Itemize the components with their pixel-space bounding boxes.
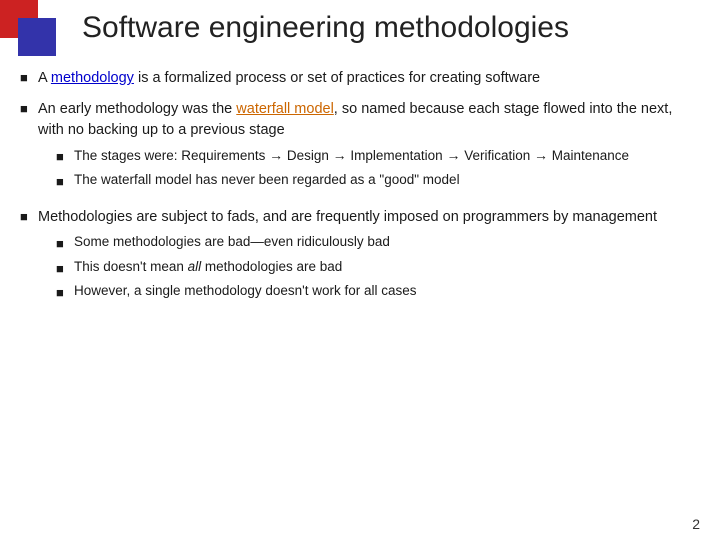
sub-bullet-text-2-1: The stages were: Requirements → Design →…	[74, 146, 700, 166]
bullet-item-1: ■ A methodology is a formalized process …	[20, 68, 700, 89]
sub-bullet-dot-3-2: ■	[56, 260, 74, 279]
sub-bullets-3: ■ Some methodologies are bad—even ridicu…	[56, 233, 700, 304]
sub-bullet-2-2: ■ The waterfall model has never been reg…	[56, 171, 700, 192]
methodology-link: methodology	[51, 70, 134, 86]
bullet-text-3: Methodologies are subject to fads, and a…	[38, 207, 700, 309]
blue-square	[18, 18, 56, 56]
sub-bullet-3-2: ■ This doesn't mean all methodologies ar…	[56, 258, 700, 279]
sub-bullet-3-1: ■ Some methodologies are bad—even ridicu…	[56, 233, 700, 254]
sub-bullet-text-3-3: However, a single methodology doesn't wo…	[74, 282, 700, 301]
italic-all: all	[188, 259, 202, 274]
bullet-item-3: ■ Methodologies are subject to fads, and…	[20, 207, 700, 309]
bullet-dot-3: ■	[20, 209, 38, 224]
slide-title: Software engineering methodologies	[82, 10, 700, 46]
sub-bullet-dot-2-2: ■	[56, 173, 74, 192]
bullet-text-1: A methodology is a formalized process or…	[38, 68, 700, 89]
slide-content: ■ A methodology is a formalized process …	[20, 68, 700, 510]
sub-bullet-dot-3-1: ■	[56, 235, 74, 254]
waterfall-link: waterfall model	[236, 101, 334, 117]
sub-bullet-text-3-2: This doesn't mean all methodologies are …	[74, 258, 700, 277]
sub-bullet-2-1: ■ The stages were: Requirements → Design…	[56, 146, 700, 167]
sub-bullet-dot-2-1: ■	[56, 148, 74, 167]
sub-bullets-2: ■ The stages were: Requirements → Design…	[56, 146, 700, 192]
bullet-dot-1: ■	[20, 70, 38, 85]
bullet-text-2: An early methodology was the waterfall m…	[38, 99, 700, 197]
sub-bullet-text-2-2: The waterfall model has never been regar…	[74, 171, 700, 190]
bullet-item-2: ■ An early methodology was the waterfall…	[20, 99, 700, 197]
sub-bullet-dot-3-3: ■	[56, 284, 74, 303]
page-number: 2	[692, 516, 700, 532]
sub-bullet-3-3: ■ However, a single methodology doesn't …	[56, 282, 700, 303]
bullet-dot-2: ■	[20, 101, 38, 116]
decoration-squares	[0, 0, 80, 60]
sub-bullet-text-3-1: Some methodologies are bad—even ridiculo…	[74, 233, 700, 252]
